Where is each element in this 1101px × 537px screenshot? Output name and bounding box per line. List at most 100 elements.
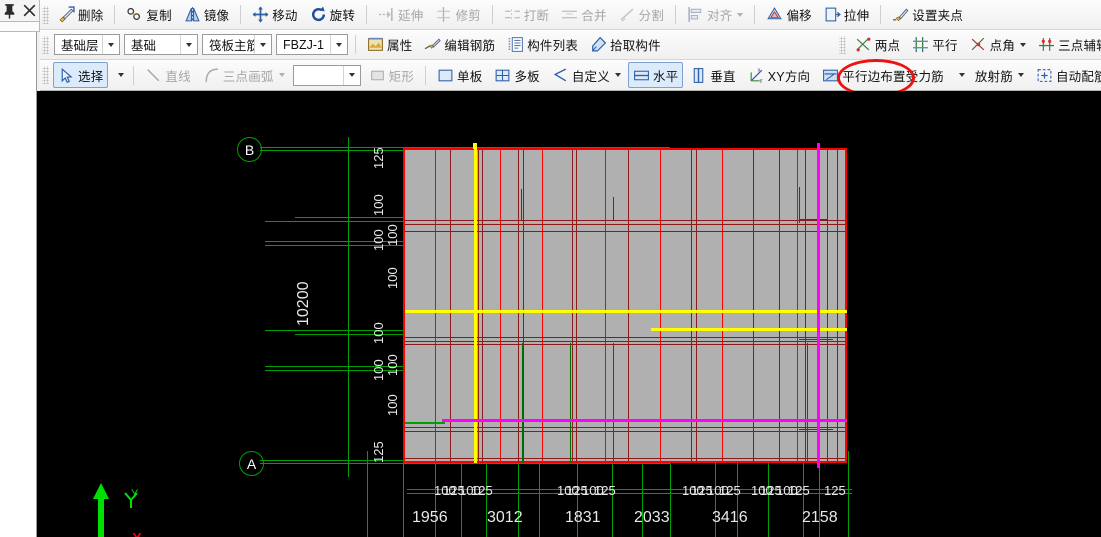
component-toolbar: 基础层 基础 筏板主筋 FBZJ-1 属性 编辑钢筋 构件列表 拾取构件 两点 … — [40, 30, 1101, 60]
separator — [425, 65, 427, 85]
toolbar-item-properties[interactable]: 属性 — [362, 32, 417, 58]
toolbar-item-break[interactable]: 打断 — [499, 2, 554, 28]
slab-outline-bottom — [403, 461, 847, 463]
toolbar-item-three-point-axis[interactable]: 三点辅轴 — [1033, 32, 1101, 58]
toolbar-item-edit-rebar[interactable]: 编辑钢筋 — [419, 32, 500, 58]
toolbar-item-pick-component[interactable]: 拾取构件 — [585, 32, 666, 58]
toolbar-item-point-angle[interactable]: 点角 — [965, 32, 1031, 58]
rebar-highlight-yellow-h[interactable] — [405, 310, 847, 313]
toolbar-item-label: 修剪 — [455, 9, 481, 23]
floor-combo[interactable]: 基础层 — [54, 34, 120, 55]
grid-bubble-b[interactable]: B — [237, 137, 262, 162]
toolbar-item-two-point[interactable]: 两点 — [850, 32, 905, 58]
toolbar-item-three-point-arc[interactable]: 三点画弧 — [198, 62, 290, 88]
rebar-line-h — [405, 337, 845, 338]
toolbar-item-offset[interactable]: 偏移 — [761, 2, 816, 28]
rebar-line-h — [405, 231, 845, 232]
close-icon[interactable] — [22, 3, 37, 18]
chevron-down-icon[interactable] — [278, 73, 285, 77]
toolbar-item-split[interactable]: 分割 — [614, 2, 669, 28]
toolbar-item-label: 三点辅轴 — [1058, 39, 1101, 53]
grid-line-v — [367, 451, 368, 537]
pin-icon[interactable] — [2, 3, 17, 19]
grid-line-v — [348, 137, 349, 477]
chevron-down-icon[interactable] — [737, 12, 744, 17]
toolbar-item-merge[interactable]: 合并 — [556, 2, 611, 28]
chevron-down-icon[interactable] — [614, 73, 621, 77]
toolbar-item-label: 延伸 — [398, 9, 424, 23]
toolbar-item-mirror[interactable]: 镜像 — [179, 2, 234, 28]
toolbar-item-radial-rebar[interactable]: 放射筋 — [970, 62, 1029, 88]
toolbar-item-xy-direction[interactable]: xy XY方向 — [743, 62, 815, 88]
toolbar-item-single-slab[interactable]: 单板 — [432, 62, 487, 88]
select-dropdown[interactable] — [110, 62, 127, 88]
toolbar-item-parallel[interactable]: 平行 — [907, 32, 962, 58]
rebar-stub — [572, 189, 573, 221]
slab-outline-right — [845, 148, 847, 463]
chevron-down-icon[interactable] — [102, 35, 119, 54]
toolbar-item-label: 三点画弧 — [222, 69, 274, 84]
toolbar-item-stretch[interactable]: 拉伸 — [819, 2, 874, 28]
toolbar-item-set-grip[interactable]: 设置夹点 — [887, 2, 968, 28]
chevron-down-icon[interactable] — [958, 73, 965, 77]
toolbar-item-auto-rebar[interactable]: 自动配筋 — [1031, 62, 1101, 88]
component-type-combo[interactable]: 筏板主筋 — [202, 34, 272, 55]
chevron-down-icon[interactable] — [254, 35, 271, 54]
rebar-line-v — [779, 150, 780, 462]
rebar-highlight-yellow-cap — [473, 143, 477, 149]
category-combo[interactable]: 基础 — [124, 34, 198, 55]
toolbar-item-horizontal[interactable]: 水平 — [627, 62, 684, 88]
toolbar-item-copy[interactable]: 复制 — [121, 2, 176, 28]
rebar-line-green — [570, 343, 571, 463]
toolbar-item-label: 拉伸 — [843, 9, 870, 23]
toolbar-item-label: 编辑钢筋 — [444, 39, 496, 53]
toolbar-item-move[interactable]: 移动 — [247, 2, 302, 28]
toolbar-item-select[interactable]: 选择 — [53, 62, 109, 88]
toolbar-item-line[interactable]: 直线 — [140, 62, 195, 88]
toolbar-item-custom[interactable]: 自定义 — [547, 62, 626, 88]
chevron-down-icon[interactable] — [180, 35, 197, 54]
toolbar-item-label: 设置夹点 — [912, 9, 964, 23]
slab-fill[interactable] — [403, 148, 847, 463]
rebar-highlight-magenta-h[interactable] — [442, 419, 847, 422]
rebar-line-green — [613, 343, 614, 463]
rebar-line-green — [405, 422, 445, 424]
toolbar-item-label: 对齐 — [707, 9, 733, 23]
chevron-down-icon[interactable] — [1020, 42, 1027, 47]
chevron-down-icon[interactable] — [118, 73, 125, 77]
toolbar-item-rotate[interactable]: 旋转 — [305, 2, 360, 28]
separator — [754, 5, 756, 24]
dimension-segment-vertical: 100 — [385, 267, 400, 289]
toolbar-item-vertical[interactable]: 垂直 — [685, 62, 740, 88]
draw-mode-combo[interactable] — [292, 64, 361, 86]
rebar-line-v — [827, 150, 828, 462]
separator — [355, 35, 356, 54]
chevron-down-icon[interactable] — [330, 35, 347, 54]
toolbar-item-extend[interactable]: 延伸 — [373, 2, 428, 28]
toolbar-item-align[interactable]: 对齐 — [682, 2, 748, 28]
radial-rebar-pre-dropdown[interactable] — [951, 62, 968, 88]
toolbar-item-label: 移动 — [272, 9, 298, 23]
chevron-down-icon[interactable] — [1017, 73, 1024, 77]
grid-line-h — [260, 463, 670, 464]
rebar-highlight-yellow-v[interactable] — [474, 148, 477, 463]
toolbar-item-multi-slab[interactable]: 多板 — [489, 62, 544, 88]
toolbar-grip[interactable] — [42, 66, 49, 84]
drawing-canvas[interactable]: B A 10200 125 100 100 100 100 100 100 10… — [37, 91, 1101, 537]
toolbar-item-parallel-edge-rebar[interactable]: 平行边布置受力筋 — [817, 62, 949, 88]
toolbar-item-component-list[interactable]: 构件列表 — [502, 32, 583, 58]
toolbar-grip[interactable] — [838, 35, 846, 54]
separator — [491, 5, 493, 24]
toolbar-item-delete[interactable]: 删除 — [53, 2, 108, 28]
toolbar-grip[interactable] — [42, 5, 49, 24]
toolbar-item-trim[interactable]: 修剪 — [430, 2, 485, 28]
rebar-line-v — [482, 150, 483, 462]
toolbar-item-rectangle[interactable]: 矩形 — [364, 62, 419, 88]
grid-line-v — [670, 451, 671, 537]
component-name-combo[interactable]: FBZJ-1 — [276, 34, 348, 55]
toolbar-item-label: XY方向 — [767, 69, 811, 84]
chevron-down-icon[interactable] — [342, 65, 360, 85]
axis-label-y: Y — [131, 488, 139, 500]
grid-line-v — [403, 451, 404, 537]
toolbar-grip[interactable] — [42, 35, 49, 54]
